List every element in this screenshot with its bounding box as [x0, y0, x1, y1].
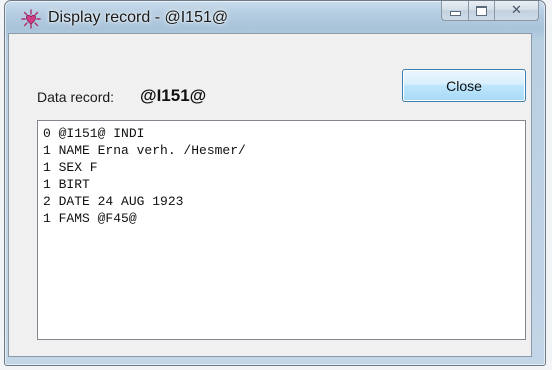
data-record-label: Data record: [37, 89, 115, 105]
title-bar[interactable]: Display record - @I151@ ✕ [5, 1, 545, 35]
close-icon: ✕ [511, 3, 522, 18]
close-window-button[interactable]: ✕ [494, 1, 539, 21]
record-text-box[interactable]: 0 @I151@ INDI 1 NAME Erna verh. /Hesmer/1… [37, 120, 526, 340]
caption-buttons: ✕ [441, 1, 539, 21]
record-line: 0 @I151@ INDI [43, 126, 145, 141]
record-line: 1 SEX F [43, 160, 98, 175]
minimize-button[interactable] [441, 1, 468, 21]
record-line: 2 DATE 24 AUG 1923 [43, 194, 184, 209]
heart-app-icon[interactable] [21, 9, 41, 29]
data-record-id: @I151@ [140, 86, 207, 105]
maximize-button[interactable] [468, 1, 494, 21]
close-button[interactable]: Close [402, 69, 526, 102]
record-line: 1 BIRT [43, 177, 90, 192]
window-title: Display record - @I151@ [48, 9, 229, 26]
record-line: 1 NAME Erna verh. /Hesmer/ [43, 143, 246, 158]
minimize-icon [449, 11, 461, 16]
maximize-icon [476, 5, 487, 16]
record-line: 1 FAMS @F45@ [43, 211, 137, 226]
